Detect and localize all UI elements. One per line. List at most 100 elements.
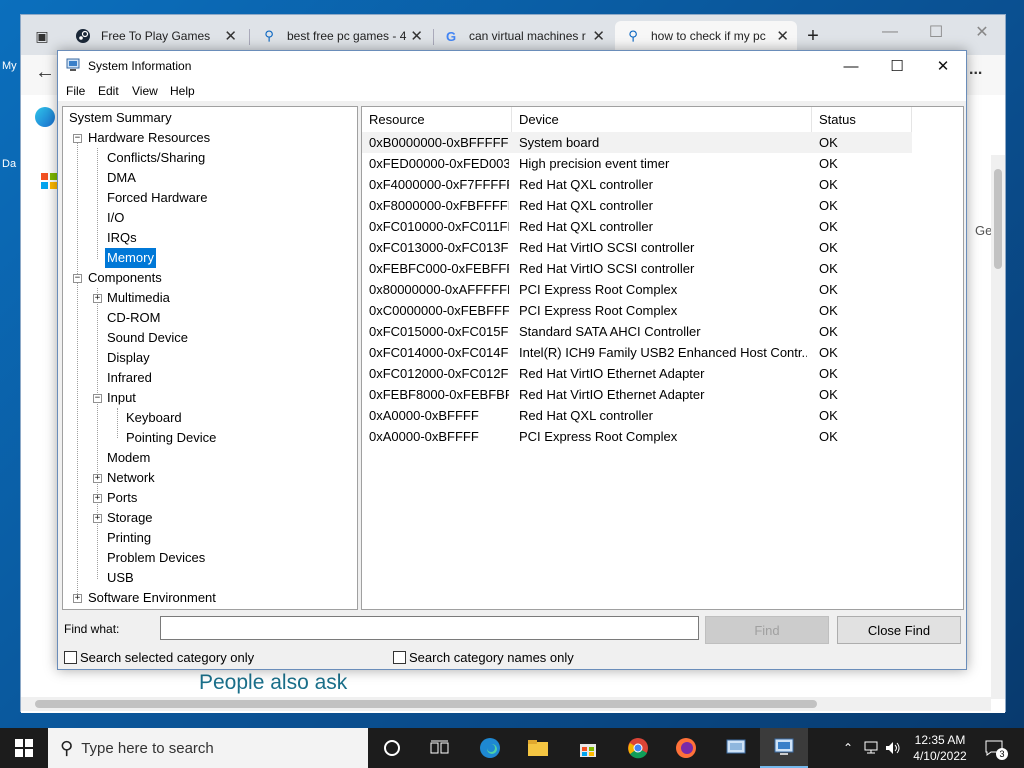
tree-item-memory[interactable]: Memory (105, 248, 156, 268)
desktop-icon-label[interactable]: Da (2, 158, 16, 170)
close-find-button[interactable]: Close Find (837, 616, 961, 644)
table-row[interactable]: 0xF4000000-0xF7FFFFFF Red Hat QXL control… (362, 174, 912, 195)
minimize-icon[interactable]: — (867, 17, 913, 47)
tree-item-keyboard[interactable]: Keyboard (124, 408, 184, 428)
close-icon[interactable]: ✕ (224, 27, 237, 45)
column-header-status[interactable]: Status (812, 107, 912, 132)
table-row[interactable]: 0xA0000-0xBFFFF Red Hat QXL controller OK (362, 405, 912, 426)
chrome-icon[interactable] (614, 728, 662, 768)
tree-item-usb[interactable]: USB (105, 568, 136, 588)
cortana-icon[interactable] (368, 728, 416, 768)
system-information-taskbar-icon[interactable] (760, 728, 808, 768)
minimize-button[interactable]: — (828, 51, 874, 81)
menu-edit[interactable]: Edit (98, 84, 119, 98)
tree-item-hardware-resources[interactable]: Hardware Resources (86, 128, 212, 148)
table-row[interactable]: 0xF8000000-0xFBFFFFFF Red Hat QXL control… (362, 195, 912, 216)
column-header-resource[interactable]: Resource (362, 107, 512, 132)
close-icon[interactable]: ✕ (410, 27, 423, 45)
tree-item-infrared[interactable]: Infrared (105, 368, 154, 388)
title-bar[interactable]: System Information — ☐ ✕ (58, 51, 966, 81)
maximize-button[interactable]: ☐ (874, 51, 920, 81)
collapse-toggle[interactable]: − (73, 274, 82, 283)
tree-item-pointing-device[interactable]: Pointing Device (124, 428, 218, 448)
firefox-icon[interactable] (662, 728, 710, 768)
menu-view[interactable]: View (132, 84, 158, 98)
volume-icon[interactable] (882, 728, 904, 768)
start-button[interactable] (0, 728, 48, 768)
close-button[interactable]: ✕ (920, 51, 966, 81)
tree-item-ports[interactable]: Ports (105, 488, 139, 508)
table-row[interactable]: 0xFED00000-0xFED003... High precision eve… (362, 153, 912, 174)
tree-item-components[interactable]: Components (86, 268, 164, 288)
tab-actions-icon[interactable]: ▣ (27, 21, 57, 51)
expand-toggle[interactable]: + (73, 594, 82, 603)
tree-item-input[interactable]: Input (105, 388, 138, 408)
maximize-icon[interactable]: ☐ (913, 17, 959, 47)
menu-file[interactable]: File (66, 84, 85, 98)
taskbar-search[interactable]: ⚲ Type here to search (48, 728, 368, 768)
tree-item-dma[interactable]: DMA (105, 168, 138, 188)
tree-item-display[interactable]: Display (105, 348, 152, 368)
checkbox-box[interactable] (393, 651, 406, 664)
tree-item-io[interactable]: I/O (105, 208, 126, 228)
clock[interactable]: 12:35 AM 4/10/2022 (904, 732, 976, 764)
menu-help[interactable]: Help (170, 84, 195, 98)
browser-tab-active[interactable]: ⚲ how to check if my pc ✕ (615, 21, 797, 51)
find-what-input[interactable] (160, 616, 699, 640)
tree-item-forced-hardware[interactable]: Forced Hardware (105, 188, 209, 208)
file-explorer-icon[interactable] (514, 728, 562, 768)
browser-tab[interactable]: ⚲ best free pc games - 4 ✕ (251, 21, 431, 51)
table-row[interactable]: 0xC0000000-0xFEBFFFFF PCI Express Root Co… (362, 300, 912, 321)
search-selected-category-checkbox[interactable]: Search selected category only (64, 650, 254, 665)
tree-item-cd-rom[interactable]: CD-ROM (105, 308, 162, 328)
tree-item-system-summary[interactable]: System Summary (67, 108, 174, 128)
collapse-toggle[interactable]: − (93, 394, 102, 403)
new-tab-button[interactable]: + (797, 21, 829, 51)
table-row[interactable]: 0xB0000000-0xBFFFFFFF System board OK (362, 132, 912, 153)
tree-item-conflicts-sharing[interactable]: Conflicts/Sharing (105, 148, 207, 168)
tree-item-modem[interactable]: Modem (105, 448, 152, 468)
tree-item-network[interactable]: Network (105, 468, 157, 488)
horizontal-scrollbar[interactable] (21, 697, 991, 711)
more-options-button[interactable]: ... (969, 61, 982, 79)
table-row[interactable]: 0xFEBF8000-0xFEBFBFFF Red Hat VirtIO Ethe… (362, 384, 912, 405)
checkbox-box[interactable] (64, 651, 77, 664)
find-button[interactable]: Find (705, 616, 829, 644)
expand-toggle[interactable]: + (93, 494, 102, 503)
column-header-device[interactable]: Device (512, 107, 812, 132)
table-row[interactable]: 0xFC013000-0xFC013FFF Red Hat VirtIO SCSI… (362, 237, 912, 258)
table-row[interactable]: 0xFC012000-0xFC012FFF Red Hat VirtIO Ethe… (362, 363, 912, 384)
tree-item-storage[interactable]: Storage (105, 508, 155, 528)
tree-item-software-environment[interactable]: Software Environment (86, 588, 218, 608)
table-row[interactable]: 0xFEBFC000-0xFEBFFFFF Red Hat VirtIO SCSI… (362, 258, 912, 279)
expand-toggle[interactable]: + (93, 474, 102, 483)
chevron-up-icon[interactable]: ⌃ (838, 728, 858, 768)
resource-list[interactable]: Resource Device Status 0xB0000000-0xBFFF… (361, 106, 964, 610)
scrollbar-thumb[interactable] (994, 169, 1002, 269)
close-icon[interactable]: ✕ (776, 27, 789, 45)
table-row[interactable]: 0xFC010000-0xFC011FFF Red Hat QXL control… (362, 216, 912, 237)
table-row[interactable]: 0x80000000-0xAFFFFFFF PCI Express Root Co… (362, 279, 912, 300)
tree-item-multimedia[interactable]: Multimedia (105, 288, 172, 308)
store-icon[interactable] (564, 728, 612, 768)
table-row[interactable]: 0xFC014000-0xFC014FFF Intel(R) ICH9 Famil… (362, 342, 912, 363)
vertical-scrollbar[interactable] (991, 155, 1005, 699)
control-panel-icon[interactable] (712, 728, 760, 768)
search-category-names-checkbox[interactable]: Search category names only (393, 650, 574, 665)
close-icon[interactable]: ✕ (959, 17, 1005, 47)
collapse-toggle[interactable]: − (73, 134, 82, 143)
expand-toggle[interactable]: + (93, 294, 102, 303)
network-icon[interactable] (860, 728, 882, 768)
browser-tab[interactable]: Free To Play Games ✕ (65, 21, 245, 51)
tree-item-problem-devices[interactable]: Problem Devices (105, 548, 207, 568)
tree-item-printing[interactable]: Printing (105, 528, 153, 548)
close-icon[interactable]: ✕ (592, 27, 605, 45)
notification-icon[interactable]: 3 (980, 728, 1008, 768)
category-tree[interactable]: − − + − + + + + System Summary Hardware … (62, 106, 358, 610)
task-view-icon[interactable] (416, 728, 464, 768)
expand-toggle[interactable]: + (93, 514, 102, 523)
edge-icon[interactable] (35, 107, 55, 127)
table-row[interactable]: 0xFC015000-0xFC015FFF Standard SATA AHCI … (362, 321, 912, 342)
back-arrow-icon[interactable]: ← (35, 61, 55, 84)
tree-item-sound-device[interactable]: Sound Device (105, 328, 190, 348)
